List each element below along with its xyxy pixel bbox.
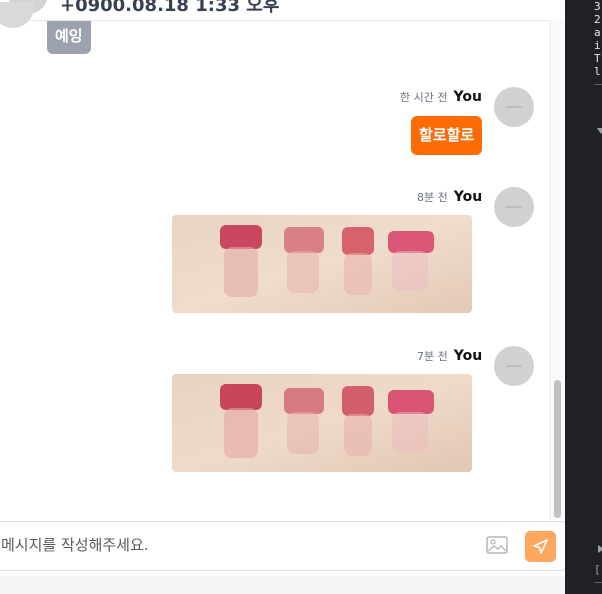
message-image[interactable] [172,374,472,472]
devtools-line: 3( [594,0,602,13]
lipstick-swatch-photo [172,374,472,472]
message-meta: 한 시간 전 You [400,89,482,105]
send-icon [533,539,548,554]
chat-header: +0900.08.18 1:33 오후 [0,0,565,21]
message-meta: 8분 전 You [417,189,482,205]
image-icon[interactable] [486,536,508,554]
avatar-placeholder-icon [506,106,522,108]
divider [594,84,602,85]
message-input[interactable] [0,522,471,568]
collapse-triangle-icon[interactable] [598,545,602,553]
message-time: 한 시간 전 [400,91,448,104]
devtools-line: T! [594,52,602,65]
message-meta: 7분 전 You [417,348,482,364]
devtools-panel: 3( 2! a( i( T! l( [ [565,0,602,594]
devtools-line: [ [594,563,601,576]
expand-triangle-icon[interactable] [597,128,602,134]
lipstick-swatch-photo [172,215,472,313]
devtools-line: i( [594,39,602,52]
avatar[interactable] [494,87,534,127]
sender-name: You [453,348,483,364]
message-composer [0,521,565,571]
footer-strip [0,576,565,594]
sender-name: You [453,189,483,205]
scrollbar-thumb[interactable] [554,380,561,518]
message-time: 7분 전 [417,350,448,363]
send-button[interactable] [525,531,556,562]
message-time: 8분 전 [417,191,448,204]
chat-panel: +0900.08.18 1:33 오후 예잉 한 시간 전 You 할로할로 8… [0,0,565,594]
chat-title: +0900.08.18 1:33 오후 [60,0,280,16]
avatar-placeholder-icon [506,365,522,367]
devtools-line: l( [594,65,602,78]
avatar[interactable] [494,187,534,227]
avatar-placeholder-icon [506,206,522,208]
message-bubble: 예잉 [47,21,91,54]
message-bubble: 할로할로 [411,116,483,155]
devtools-line: 2! [594,13,602,26]
devtools-line: a( [594,26,602,39]
message-image[interactable] [172,215,472,313]
divider [594,582,602,583]
avatar[interactable] [494,346,534,386]
sender-name: You [453,89,482,105]
avatar [0,2,34,28]
